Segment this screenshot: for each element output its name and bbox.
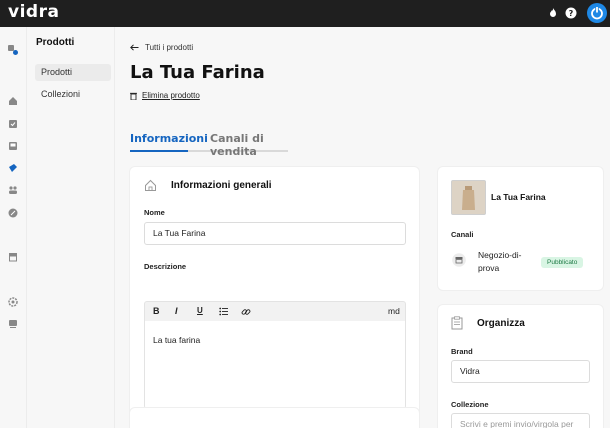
page-title: La Tua Farina [130,62,265,83]
icon-rail [0,27,27,428]
products-icon[interactable] [8,163,18,173]
bullet-list-icon[interactable] [219,307,228,316]
organize-card: Organizza Brand Vidra Collezione Scrivi … [438,305,603,428]
tab-informazioni[interactable]: Informazioni [130,132,208,145]
link-icon[interactable] [241,307,251,317]
collection-input[interactable]: Scrivi e premi invio/virgola per [451,413,590,428]
tab-canali-di-vendita[interactable]: Canali di vendita [210,132,288,158]
brand-label: Brand [451,347,473,356]
arrow-left-icon [130,44,139,51]
tabs: Informazioni Canali di vendita [130,130,288,158]
app-logo[interactable]: vidra [8,2,59,22]
shop-channel-icon [452,253,466,267]
description-editor[interactable]: La tua farina [144,321,406,409]
underline-button[interactable]: U [197,306,203,315]
channel-name-line-1: Negozio-di- [478,250,522,260]
active-tab-indicator [130,150,188,152]
delete-product-label: Elimina prodotto [142,91,200,100]
power-icon [591,6,603,20]
top-bar: vidra ? [0,0,610,27]
trash-icon [130,92,137,100]
store-switch-icon[interactable] [8,45,18,55]
channels-label: Canali [451,230,474,239]
settings-icon[interactable] [8,297,18,307]
brand-input[interactable]: Vidra [451,360,590,383]
general-info-title: Informazioni generali [171,180,272,191]
description-label: Descrizione [144,262,187,271]
discounts-icon[interactable] [8,208,18,218]
svg-text:?: ? [569,9,574,18]
subnav-item-prodotti[interactable]: Prodotti [35,64,111,81]
product-summary-card: La Tua Farina Canali Negozio-di- prova P… [438,167,603,290]
channel-name: Negozio-di- prova [478,249,521,275]
italic-button[interactable]: I [175,306,178,316]
editor-toolbar: B I U md [144,301,406,322]
delete-product-link[interactable]: Elimina prodotto [130,91,200,100]
clipboard-icon [451,316,463,330]
description-text: La tua farina [153,335,201,345]
channel-name-line-2: prova [478,263,500,273]
name-label: Nome [144,208,165,217]
bold-button[interactable]: B [153,306,160,316]
next-card [130,408,419,428]
status-badge: Pubblicato [541,257,584,268]
home-icon[interactable] [8,96,18,106]
fire-icon[interactable] [547,7,559,19]
products-subnav: Prodotti Prodotti Collezioni [27,27,115,428]
main-content: Tutti i prodotti La Tua Farina Elimina p… [115,27,610,428]
home-outline-icon [145,179,156,191]
product-summary-name: La Tua Farina [491,192,546,202]
organize-title: Organizza [477,318,525,329]
customers-icon[interactable] [8,185,18,195]
name-input[interactable]: La Tua Farina [144,222,406,245]
help-icon[interactable]: ? [565,7,577,19]
subnav-item-collezioni[interactable]: Collezioni [35,86,111,103]
subnav-title: Prodotti [36,37,75,48]
collection-label: Collezione [451,400,489,409]
back-link[interactable]: Tutti i prodotti [130,43,193,52]
orders-icon[interactable] [8,119,18,129]
media-icon[interactable] [8,319,18,329]
product-thumbnail[interactable] [451,180,486,215]
back-link-label: Tutti i prodotti [145,43,194,52]
storefront-icon[interactable] [8,252,18,262]
flour-bag-image [462,186,475,210]
markdown-toggle[interactable]: md [388,306,400,316]
power-button[interactable] [587,3,607,23]
inbox-icon[interactable] [8,141,18,151]
